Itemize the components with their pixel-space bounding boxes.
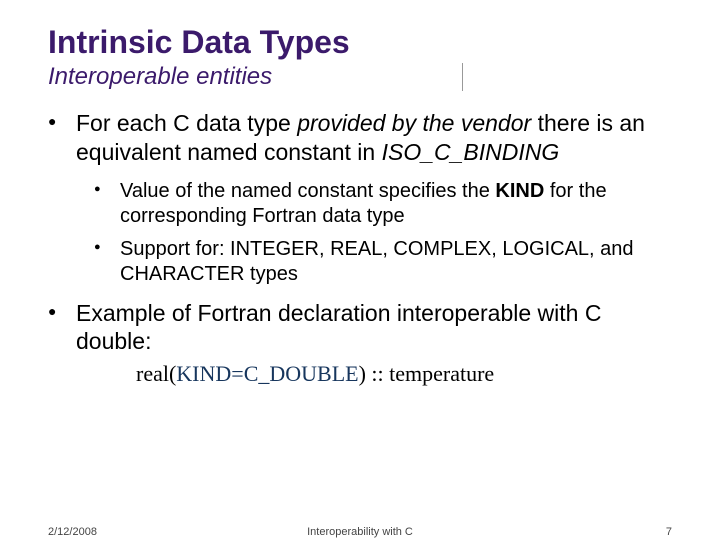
footer-page-number: 7	[666, 526, 672, 538]
slide-subtitle: Interoperable entities	[48, 63, 463, 91]
code-text: real(	[136, 361, 176, 386]
bullet-text-italic: provided by the vendor	[297, 110, 531, 136]
bullet-text: For each C data type	[76, 110, 297, 136]
bullet-text: Example of Fortran declaration interoper…	[76, 300, 601, 355]
code-keyword: KIND=C_DOUBLE	[176, 361, 358, 386]
bullet-item: Support for: INTEGER, REAL, COMPLEX, LOG…	[94, 237, 672, 287]
bullet-text-bold: KIND	[495, 180, 544, 202]
bullet-text-italic: ISO_C_BINDING	[382, 139, 560, 165]
bullet-text: Value of the named constant specifies th…	[120, 180, 495, 202]
bullet-item: For each C data type provided by the ven…	[48, 109, 672, 287]
bullet-item: Value of the named constant specifies th…	[94, 179, 672, 229]
code-example: real(KIND=C_DOUBLE) :: temperature	[136, 360, 672, 388]
bullet-list-level1: For each C data type provided by the ven…	[48, 109, 672, 388]
bullet-text: Support for: INTEGER, REAL, COMPLEX, LOG…	[120, 238, 634, 285]
code-text: ) :: temperature	[359, 361, 495, 386]
bullet-list-level2: Value of the named constant specifies th…	[94, 179, 672, 287]
slide-container: Intrinsic Data Types Interoperable entit…	[0, 0, 720, 388]
slide-title: Intrinsic Data Types	[48, 24, 672, 61]
bullet-item: Example of Fortran declaration interoper…	[48, 299, 672, 388]
footer-title: Interoperability with C	[0, 526, 720, 538]
